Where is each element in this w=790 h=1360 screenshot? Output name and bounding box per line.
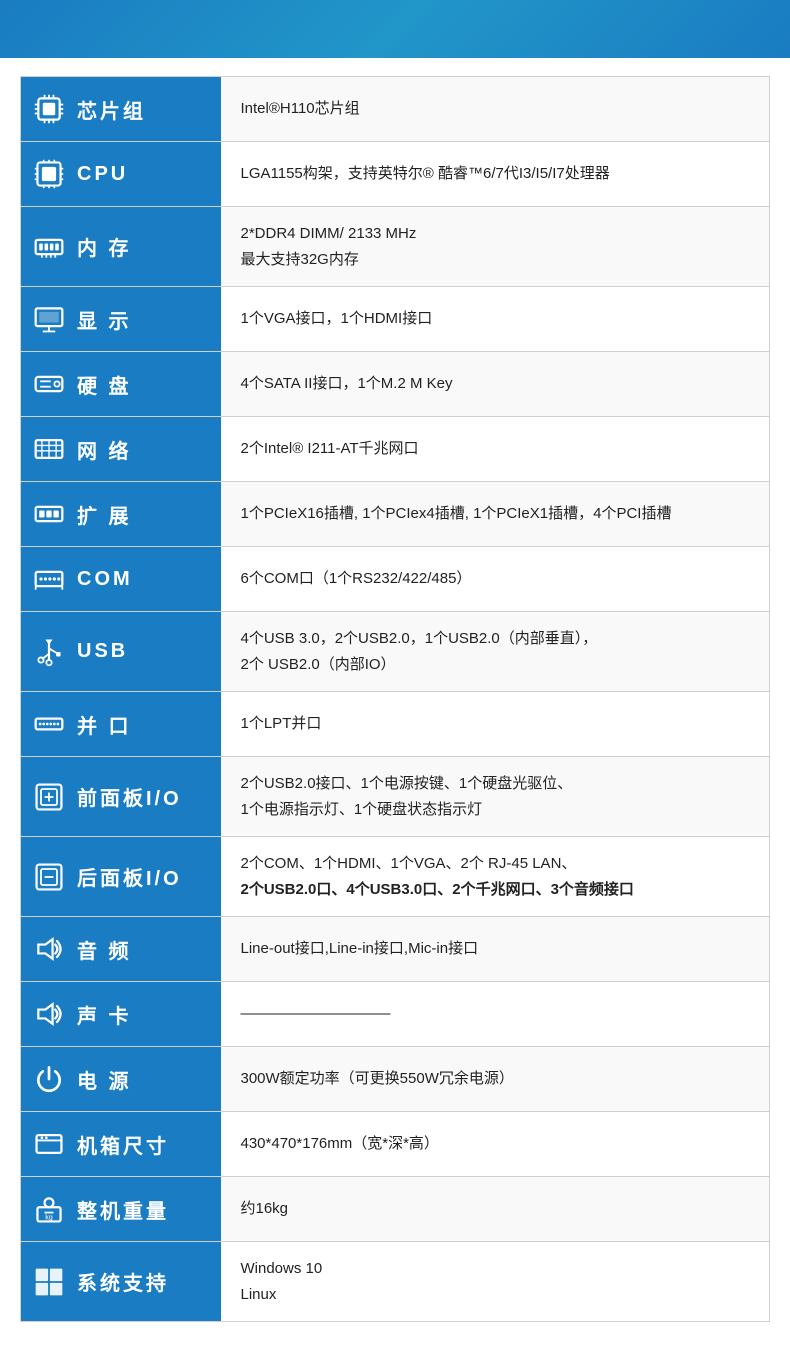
label-text-com: COM	[77, 568, 133, 591]
label-os: 系统支持	[21, 1242, 221, 1322]
svg-text:kg: kg	[45, 1214, 53, 1222]
weight-icon: kg	[31, 1191, 67, 1227]
value-reario: 2个COM、1个HDMI、1个VGA、2个 RJ-45 LAN、2个USB2.0…	[221, 837, 770, 917]
table-row: 电 源 300W额定功率（可更换550W冗余电源）	[21, 1047, 770, 1112]
table-row: 音 频 Line-out接口,Line-in接口,Mic-in接口	[21, 917, 770, 982]
spec-table: 芯片组 Intel®H110芯片组 CPU LGA1155构架，支持英特尔® 酷睿™6…	[20, 76, 770, 1322]
table-row: 前面板I/O 2个USB2.0接口、1个电源按键、1个硬盘光驱位、1个电源指示灯、…	[21, 757, 770, 837]
label-text-power: 电 源	[77, 1065, 132, 1094]
frontio-icon	[31, 779, 67, 815]
usb-icon	[31, 634, 67, 670]
value-casesize: 430*470*176mm（宽*深*高）	[221, 1112, 770, 1177]
label-com: COM	[21, 547, 221, 612]
label-text-usb: USB	[77, 640, 128, 663]
label-casesize: 机箱尺寸	[21, 1112, 221, 1177]
value-frontio: 2个USB2.0接口、1个电源按键、1个硬盘光驱位、1个电源指示灯、1个硬盘状态…	[221, 757, 770, 837]
spec-table-container: 芯片组 Intel®H110芯片组 CPU LGA1155构架，支持英特尔® 酷睿™6…	[0, 58, 790, 1342]
label-soundcard: 声 卡	[21, 982, 221, 1047]
label-parallel: 并 口	[21, 692, 221, 757]
label-network: 网 络	[21, 417, 221, 482]
label-text-harddisk: 硬 盘	[77, 370, 132, 399]
parallel-icon	[31, 706, 67, 742]
value-network: 2个Intel® I211-AT千兆网口	[221, 417, 770, 482]
label-text-soundcard: 声 卡	[77, 1000, 132, 1029]
table-row: kg 整机重量 约16kg	[21, 1177, 770, 1242]
label-display: 显 示	[21, 287, 221, 352]
label-text-memory: 内 存	[77, 232, 132, 261]
label-text-audio: 音 频	[77, 935, 132, 964]
table-row: 机箱尺寸 430*470*176mm（宽*深*高）	[21, 1112, 770, 1177]
os-icon	[31, 1264, 67, 1300]
table-row: 后面板I/O 2个COM、1个HDMI、1个VGA、2个 RJ-45 LAN、2个…	[21, 837, 770, 917]
label-power: 电 源	[21, 1047, 221, 1112]
label-usb: USB	[21, 612, 221, 692]
table-row: 硬 盘 4个SATA II接口，1个M.2 M Key	[21, 352, 770, 417]
value-soundcard: ——————————	[221, 982, 770, 1047]
reario-icon	[31, 859, 67, 895]
value-display: 1个VGA接口，1个HDMI接口	[221, 287, 770, 352]
label-text-chipset: 芯片组	[77, 95, 146, 124]
label-harddisk: 硬 盘	[21, 352, 221, 417]
value-audio: Line-out接口,Line-in接口,Mic-in接口	[221, 917, 770, 982]
soundcard-icon	[31, 996, 67, 1032]
label-audio: 音 频	[21, 917, 221, 982]
label-frontio: 前面板I/O	[21, 757, 221, 837]
memory-icon	[31, 229, 67, 265]
value-os: Windows 10Linux	[221, 1242, 770, 1322]
table-row: 扩 展 1个PCIeX16插槽, 1个PCIex4插槽, 1个PCIeX1插槽，4…	[21, 482, 770, 547]
value-expansion: 1个PCIeX16插槽, 1个PCIex4插槽, 1个PCIeX1插槽，4个PC…	[221, 482, 770, 547]
value-parallel: 1个LPT并口	[221, 692, 770, 757]
table-row: 并 口 1个LPT并口	[21, 692, 770, 757]
label-text-reario: 后面板I/O	[77, 862, 182, 891]
network-icon	[31, 431, 67, 467]
value-usb: 4个USB 3.0，2个USB2.0，1个USB2.0（内部垂直），2个 USB…	[221, 612, 770, 692]
value-com: 6个COM口（1个RS232/422/485）	[221, 547, 770, 612]
label-text-display: 显 示	[77, 305, 132, 334]
chipset-icon	[31, 91, 67, 127]
value-cpu: LGA1155构架，支持英特尔® 酷睿™6/7代I3/I5/I7处理器	[221, 142, 770, 207]
power-icon	[31, 1061, 67, 1097]
label-chipset: 芯片组	[21, 77, 221, 142]
page-header	[0, 0, 790, 58]
label-cpu: CPU	[21, 142, 221, 207]
value-weight: 约16kg	[221, 1177, 770, 1242]
cpu-icon	[31, 156, 67, 192]
label-reario: 后面板I/O	[21, 837, 221, 917]
table-row: 显 示 1个VGA接口，1个HDMI接口	[21, 287, 770, 352]
expansion-icon	[31, 496, 67, 532]
label-expansion: 扩 展	[21, 482, 221, 547]
display-icon	[31, 301, 67, 337]
value-memory: 2*DDR4 DIMM/ 2133 MHz最大支持32G内存	[221, 207, 770, 287]
value-harddisk: 4个SATA II接口，1个M.2 M Key	[221, 352, 770, 417]
value-power: 300W额定功率（可更换550W冗余电源）	[221, 1047, 770, 1112]
table-row: 系统支持 Windows 10Linux	[21, 1242, 770, 1322]
table-row: 网 络 2个Intel® I211-AT千兆网口	[21, 417, 770, 482]
table-row: 内 存 2*DDR4 DIMM/ 2133 MHz最大支持32G内存	[21, 207, 770, 287]
label-text-expansion: 扩 展	[77, 500, 132, 529]
table-row: USB 4个USB 3.0，2个USB2.0，1个USB2.0（内部垂直），2个 …	[21, 612, 770, 692]
label-memory: 内 存	[21, 207, 221, 287]
table-row: 芯片组 Intel®H110芯片组	[21, 77, 770, 142]
table-row: CPU LGA1155构架，支持英特尔® 酷睿™6/7代I3/I5/I7处理器	[21, 142, 770, 207]
table-row: 声 卡 ——————————	[21, 982, 770, 1047]
label-text-frontio: 前面板I/O	[77, 782, 182, 811]
com-icon	[31, 561, 67, 597]
label-weight: kg 整机重量	[21, 1177, 221, 1242]
label-text-os: 系统支持	[77, 1267, 169, 1296]
casesize-icon	[31, 1126, 67, 1162]
value-chipset: Intel®H110芯片组	[221, 77, 770, 142]
label-text-weight: 整机重量	[77, 1195, 169, 1224]
audio-icon	[31, 931, 67, 967]
label-text-cpu: CPU	[77, 163, 128, 186]
label-text-network: 网 络	[77, 435, 132, 464]
label-text-casesize: 机箱尺寸	[77, 1130, 169, 1159]
table-row: COM 6个COM口（1个RS232/422/485）	[21, 547, 770, 612]
harddisk-icon	[31, 366, 67, 402]
label-text-parallel: 并 口	[77, 710, 132, 739]
